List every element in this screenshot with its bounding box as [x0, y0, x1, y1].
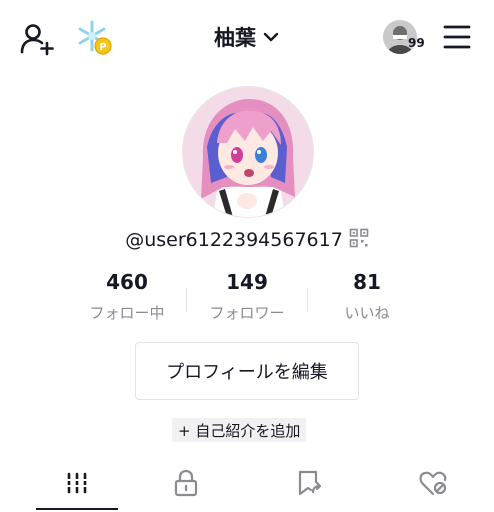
- followers-label: フォロワー: [209, 304, 285, 322]
- tab-videos[interactable]: [15, 460, 138, 510]
- likes-count: 81: [353, 270, 381, 294]
- content-tabs: [0, 460, 494, 512]
- top-bar: P 柚葉 99: [0, 0, 494, 76]
- username: @user6122394567617: [125, 229, 343, 251]
- tab-saved[interactable]: [248, 460, 371, 510]
- edit-profile-button[interactable]: プロフィールを編集: [135, 342, 359, 400]
- following-count: 460: [106, 270, 148, 294]
- likes-label: いいね: [344, 304, 390, 322]
- tab-private[interactable]: [124, 460, 247, 510]
- notification-count: 99: [408, 36, 425, 50]
- lock-icon: [173, 469, 199, 501]
- add-bio-button[interactable]: + 自己紹介を追加: [172, 418, 307, 442]
- qr-code-icon[interactable]: [349, 228, 369, 252]
- page-title: 柚葉: [214, 26, 256, 50]
- profile-avatar[interactable]: [182, 86, 314, 218]
- chevron-down-icon: [262, 28, 280, 47]
- following-label: フォロー中: [89, 304, 165, 322]
- followers-stat[interactable]: 149 フォロワー: [187, 270, 307, 323]
- profile-stats: 460 フォロー中 149 フォロワー 81 いいね: [0, 270, 494, 330]
- liked-heart-icon: [418, 469, 448, 501]
- following-stat[interactable]: 460 フォロー中: [67, 270, 187, 323]
- username-row: @user6122394567617: [0, 228, 494, 252]
- menu-icon[interactable]: [440, 22, 474, 52]
- tab-liked[interactable]: [371, 460, 494, 510]
- active-tab-indicator: [36, 508, 118, 510]
- bookmark-icon: [296, 469, 324, 501]
- likes-stat[interactable]: 81 いいね: [307, 270, 427, 323]
- followers-count: 149: [226, 270, 268, 294]
- videos-grid-icon: [64, 470, 90, 500]
